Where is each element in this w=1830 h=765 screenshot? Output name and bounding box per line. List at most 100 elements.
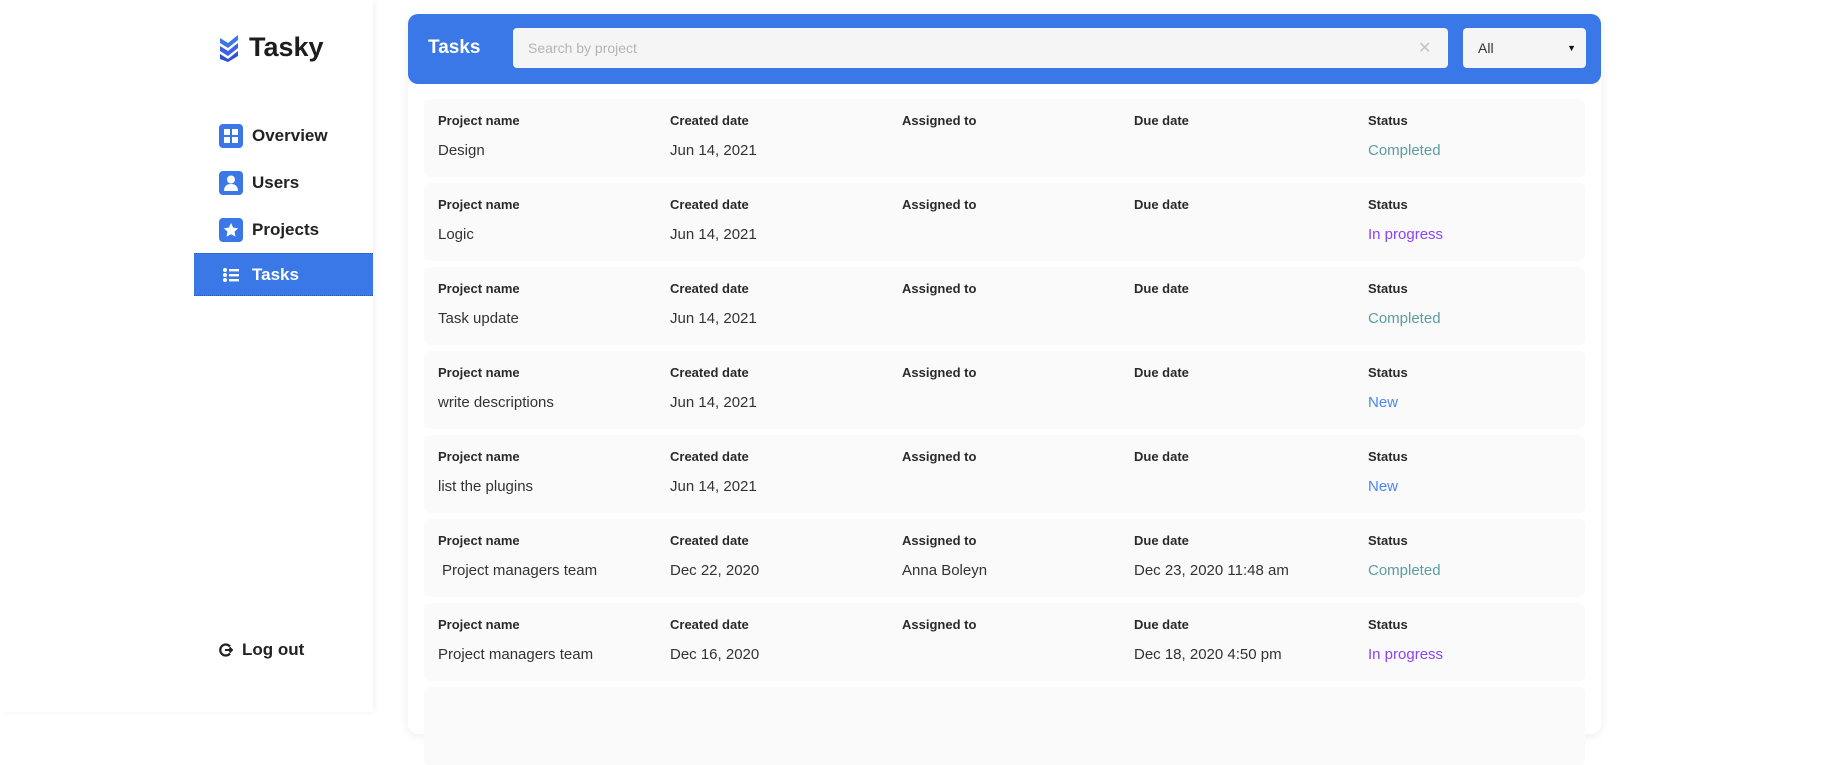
value-assigned: Anna Boleyn: [902, 562, 988, 579]
value-due: [1134, 478, 1189, 496]
search-input[interactable]: [513, 28, 1448, 68]
cell-assigned: Assigned to Anna Boleyn: [902, 533, 987, 580]
logo-icon: [220, 34, 238, 62]
page-title: Tasks: [428, 37, 481, 58]
sidebar-item-label: Tasks: [252, 264, 299, 284]
status-filter-select[interactable]: All ▼: [1463, 28, 1586, 68]
task-row[interactable]: Project name Project managers team Created…: [424, 603, 1585, 681]
status-badge: Completed: [1368, 310, 1441, 327]
label-status: Status: [1368, 197, 1408, 212]
value-created: Jun 14, 2021: [670, 310, 757, 327]
sidebar-item-overview[interactable]: Overview: [194, 114, 373, 157]
task-row[interactable]: Project name Project managers team Create…: [424, 519, 1585, 597]
logout-button[interactable]: Log out: [219, 640, 304, 660]
label-project: Project name: [438, 113, 520, 128]
label-status: Status: [1368, 617, 1408, 632]
cell-created: Created date Jun 14, 2021: [670, 365, 757, 412]
task-row[interactable]: Project name write descriptions Created da…: [424, 351, 1585, 429]
logo[interactable]: Tasky: [219, 32, 324, 63]
cell-due: Due date: [1134, 281, 1189, 328]
cell-project: Project name write descriptions: [438, 365, 554, 412]
sidebar-item-tasks[interactable]: Tasks: [194, 253, 373, 296]
cell-assigned: Assigned to: [902, 113, 976, 160]
cell-project: Project name Task update: [438, 281, 520, 328]
task-row[interactable]: Project name Task update Created date Jun 1…: [424, 267, 1585, 345]
cell-created: Created date Jun 14, 2021: [670, 113, 757, 160]
label-due: Due date: [1134, 365, 1189, 380]
value-project: Project managers team: [442, 562, 598, 579]
sidebar: Tasky Overview Users Projects Tasks Log …: [0, 0, 373, 712]
label-created: Created date: [670, 113, 749, 128]
label-status: Status: [1368, 365, 1408, 380]
value-created: Jun 14, 2021: [670, 142, 757, 159]
value-assigned: [902, 646, 976, 664]
value-created: Jun 14, 2021: [670, 394, 757, 411]
task-row[interactable]: Project name Logic Created date Jun 14, 202…: [424, 183, 1585, 261]
value-created: Dec 16, 2020: [670, 646, 760, 663]
value-due: Dec 23, 2020 11:48 am: [1134, 562, 1289, 579]
value-due: [1134, 142, 1189, 160]
sidebar-item-users[interactable]: Users: [194, 161, 373, 204]
value-project: Task update: [438, 310, 519, 327]
status-badge: In progress: [1368, 646, 1444, 663]
status-filter-value: All: [1478, 40, 1494, 56]
label-status: Status: [1368, 281, 1408, 296]
value-created: Jun 14, 2021: [670, 478, 757, 495]
label-assigned: Assigned to: [902, 617, 977, 632]
task-row[interactable]: Project name list the plugins Created date…: [424, 435, 1585, 513]
cell-assigned: Assigned to: [902, 197, 976, 244]
cell-created: Created date Dec 22, 2020: [670, 533, 759, 580]
cell-due: Due date: [1134, 365, 1189, 412]
label-status: Status: [1368, 533, 1408, 548]
cell-status: Status Completed: [1368, 113, 1441, 160]
grid-icon: [219, 123, 243, 148]
cell-created: Created date Jun 14, 2021: [670, 449, 757, 496]
sidebar-item-label: Projects: [252, 219, 320, 239]
cell-due: Due date: [1134, 197, 1189, 244]
cell-project: Project name Project managers team: [438, 617, 593, 664]
label-status: Status: [1368, 113, 1408, 128]
value-assigned: [902, 310, 976, 328]
clear-search-icon[interactable]: ✕: [1418, 38, 1431, 58]
cell-status: Status New: [1368, 365, 1408, 412]
label-assigned: Assigned to: [902, 365, 977, 380]
value-project: Design: [438, 142, 485, 159]
value-due: [1134, 310, 1189, 328]
label-created: Created date: [670, 281, 749, 296]
logout-icon: [219, 643, 233, 657]
tasks-header: Tasks ✕ All ▼: [408, 14, 1601, 84]
label-created: Created date: [670, 617, 749, 632]
cell-status: Status Completed: [1368, 533, 1441, 580]
cell-due: Due date: [1134, 113, 1189, 160]
status-badge: Completed: [1368, 562, 1441, 579]
cell-assigned: Assigned to: [902, 365, 976, 412]
label-project: Project name: [438, 197, 520, 212]
value-due: [1134, 394, 1189, 412]
value-due: Dec 18, 2020 4:50 pm: [1134, 646, 1282, 663]
label-created: Created date: [670, 449, 749, 464]
value-assigned: [902, 142, 976, 160]
label-due: Due date: [1134, 533, 1189, 548]
label-created: Created date: [670, 365, 749, 380]
label-assigned: Assigned to: [902, 533, 977, 548]
label-project: Project name: [438, 449, 520, 464]
task-row[interactable]: [424, 687, 1585, 765]
sidebar-item-projects[interactable]: Projects: [194, 208, 373, 251]
label-assigned: Assigned to: [902, 281, 977, 296]
value-due: [1134, 226, 1189, 244]
label-due: Due date: [1134, 449, 1189, 464]
cell-status: Status Completed: [1368, 281, 1441, 328]
cell-status: Status New: [1368, 449, 1408, 496]
cell-due: Due date Dec 23, 2020 11:48 am: [1134, 533, 1289, 580]
status-badge: In progress: [1368, 226, 1444, 243]
cell-assigned: Assigned to: [902, 449, 976, 496]
cell-due: Due date Dec 18, 2020 4:50 pm: [1134, 617, 1282, 664]
cell-assigned: Assigned to: [902, 281, 976, 328]
value-assigned: [902, 226, 976, 244]
status-badge: Completed: [1368, 142, 1441, 159]
status-badge: New: [1368, 478, 1399, 495]
cell-project: Project name Project managers team: [438, 533, 597, 580]
value-project: list the plugins: [438, 478, 534, 495]
label-created: Created date: [670, 533, 749, 548]
task-row[interactable]: Project name Design Created date Jun 14, 20…: [424, 99, 1585, 177]
